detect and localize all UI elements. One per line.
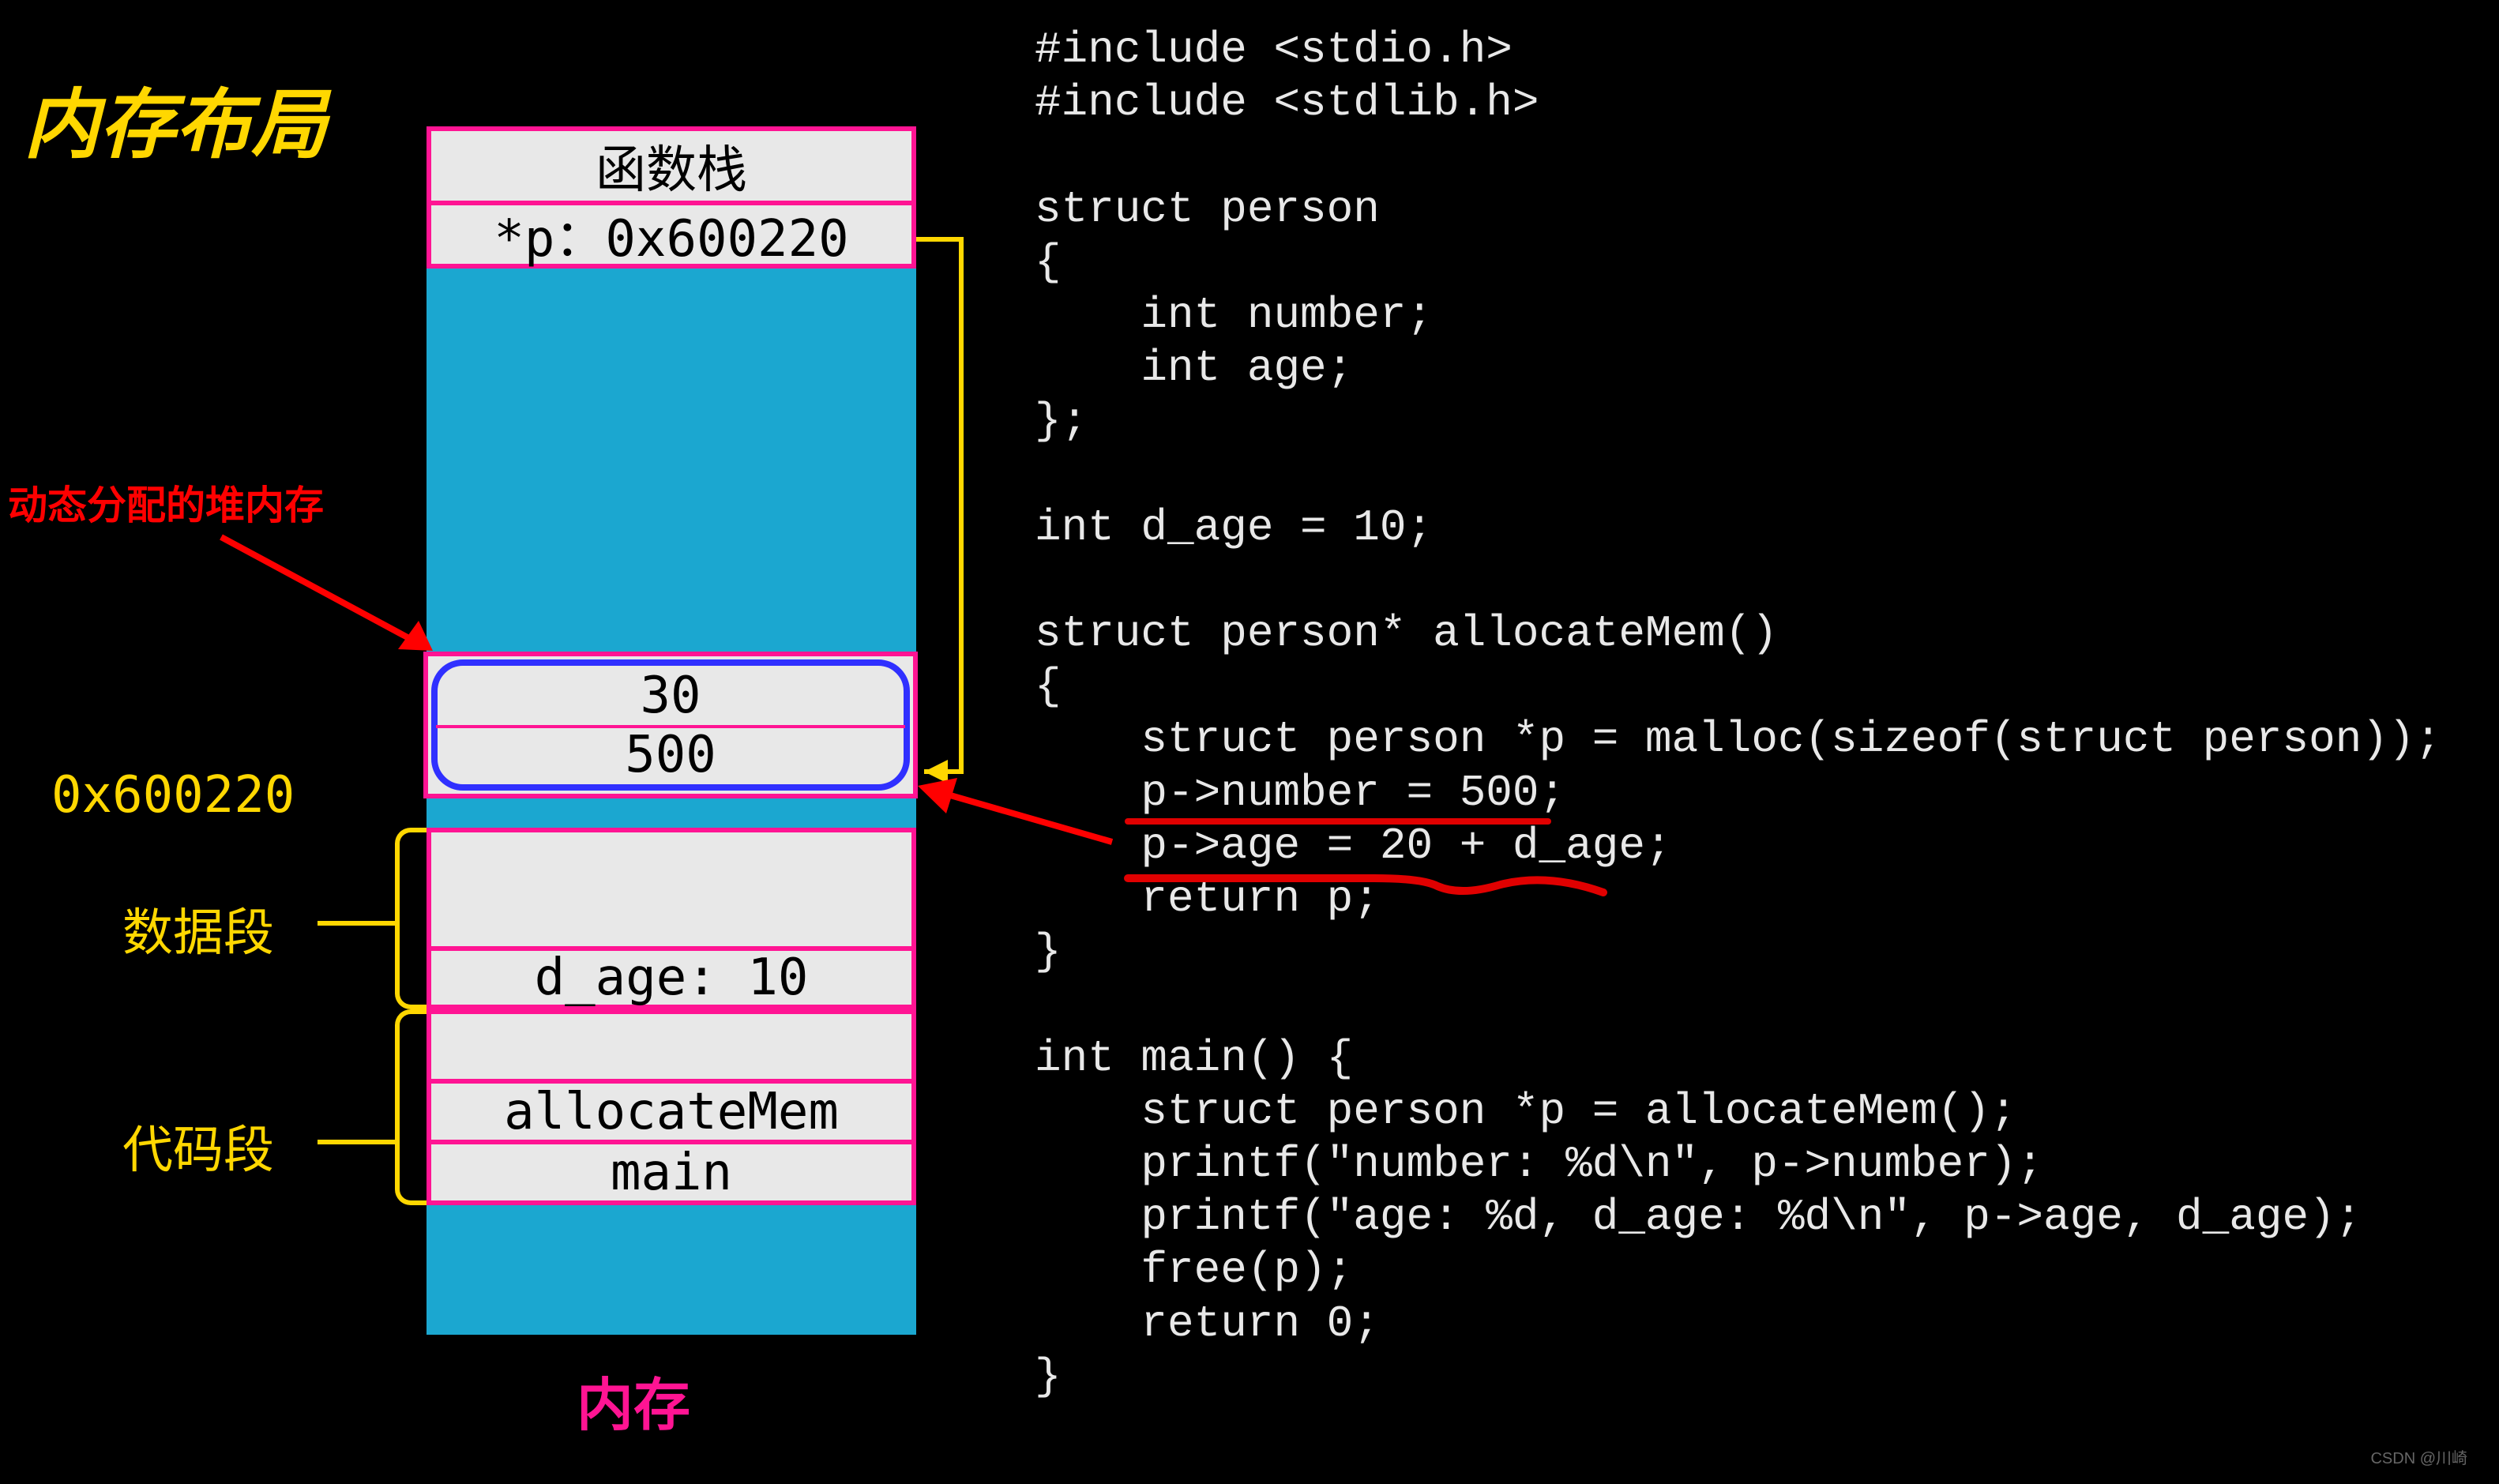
memory-diagram-panel: 内存布局 动态分配的堆内存 0x600220 数据段 代码段 内存 函数栈 *p… xyxy=(0,0,1011,1484)
stack-title-cell: 函数栈 xyxy=(427,126,916,205)
code-segment-brace xyxy=(395,1009,427,1205)
stack-pointer-cell: *p：0x600220 xyxy=(427,205,916,269)
code-main-cell: main xyxy=(427,1142,916,1205)
alloc-text: allocateMem xyxy=(504,1083,839,1141)
stack-title-text: 函数栈 xyxy=(596,130,747,202)
data-label-connector xyxy=(318,921,395,926)
code-segment-label: 代码段 xyxy=(122,1110,274,1182)
ptr-line-top xyxy=(916,237,964,242)
data-segment-brace xyxy=(395,828,427,1009)
d-age-text: d_age: 10 xyxy=(535,949,809,1007)
data-segment-label: 数据段 xyxy=(122,892,274,965)
code-panel: #include <stdio.h> #include <stdlib.h> s… xyxy=(1011,0,2499,1484)
heap-divider xyxy=(436,725,905,728)
main-text: main xyxy=(611,1144,732,1202)
heap-age-value: 30 xyxy=(438,666,904,725)
code-label-connector xyxy=(318,1140,395,1144)
heap-number-value: 500 xyxy=(438,725,904,784)
memory-label: 内存 xyxy=(577,1358,690,1441)
ptr-line-vert xyxy=(959,237,964,774)
ptr-line-bottom xyxy=(924,769,964,774)
heap-struct-box: 30 500 xyxy=(423,652,918,798)
address-label: 0x600220 xyxy=(51,766,295,825)
heap-allocation-label: 动态分配的堆内存 xyxy=(8,474,324,531)
title: 内存布局 xyxy=(24,63,327,173)
data-segment-spacer xyxy=(427,828,916,946)
watermark: CSDN @川崎 xyxy=(2370,1445,2467,1468)
source-code: #include <stdio.h> #include <stdlib.h> s… xyxy=(1035,24,2491,1403)
main-container: 内存布局 动态分配的堆内存 0x600220 数据段 代码段 内存 函数栈 *p… xyxy=(0,0,2499,1484)
code-segment-spacer xyxy=(427,1009,916,1079)
data-d-age-cell: d_age: 10 xyxy=(427,946,916,1009)
code-allocatemem-cell: allocateMem xyxy=(427,1079,916,1142)
stack-pointer-text: *p：0x600220 xyxy=(494,198,848,271)
